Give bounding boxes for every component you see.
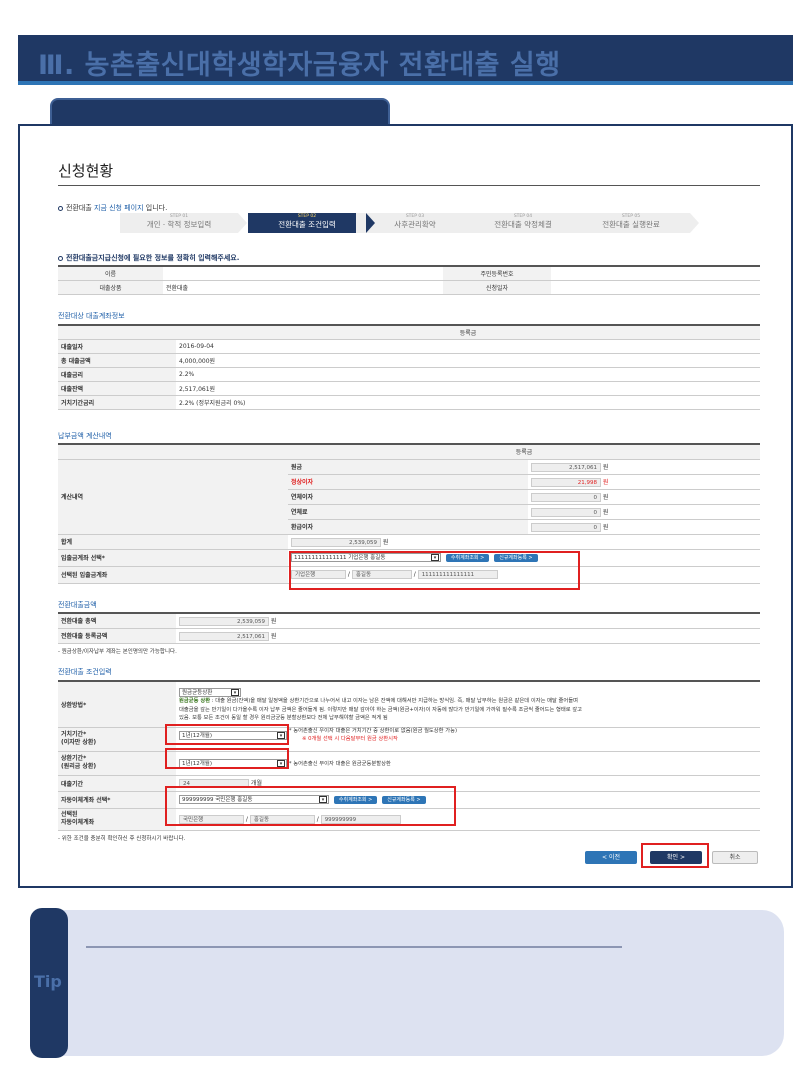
prev-button[interactable]: < 이전 [585, 851, 637, 864]
loan-row-value: 4,000,000원 [176, 353, 760, 368]
highlight-repay [165, 748, 289, 769]
repay-note: * 농어촌출신 무이자 대출은 원금균등분할상환 [288, 760, 391, 767]
auto-selected-label: 선택된 [61, 811, 78, 818]
total-label: 합계 [58, 534, 288, 550]
method-desc: : 대출 원금(잔액)을 매달 일정액을 상환기간으로 나누어서 내고 이자는 … [210, 698, 579, 705]
chevron-down-icon: ▾ [231, 688, 239, 696]
section-payment-calc: 납부금액 계산내역 [58, 432, 112, 440]
calc-item-value: 21,998 [531, 477, 601, 487]
convert-tuition-value: 2,517,061 [179, 631, 269, 641]
highlight-confirm [641, 843, 709, 868]
convert-total-label: 전환대출 총액 [58, 613, 176, 629]
calc-item-label: 정상이자 [288, 474, 528, 490]
convert-footnote: - 원금상환/이자납부 계좌는 본인명의만 가능합니다. [58, 649, 177, 655]
applicant-info-table: 이름 주민등록번호 대출상품 전환대출 신청일자 [58, 265, 760, 295]
loan-row-label: 총 대출금액 [58, 353, 176, 368]
highlight-account [289, 551, 580, 590]
auto-account-label: 자동이체계좌 선택* [58, 791, 176, 809]
section-loan-account: 전환대상 대출계좌정보 [58, 312, 125, 320]
section-convert-amount: 전환대출금액 [58, 601, 97, 609]
calc-item-value: 0 [531, 522, 601, 532]
step-2: STEP 02 전환대출 조건입력 [248, 213, 375, 233]
header-banner: Ⅲ. 농촌출신대학생학자금융자 전환대출 실행 [18, 35, 793, 85]
product-value: 전환대출 [163, 280, 443, 295]
rrn-label: 주민등록번호 [443, 266, 551, 281]
loan-row-value: 2.2% [176, 367, 760, 382]
defer-label: 거치기간* [61, 731, 87, 738]
col-tuition: 등록금 [288, 444, 760, 460]
loan-row-value: 2,517,061원 [176, 381, 760, 396]
auto-selected-label: 자동이체계좌 [61, 819, 95, 826]
notice-input: 전환대출금지급신청에 필요한 정보를 정확히 입력해주세요. [58, 253, 239, 263]
name-value [163, 266, 443, 281]
loan-row-label: 거치기간금리 [58, 395, 176, 410]
date-value [551, 280, 760, 295]
tip-box [30, 910, 784, 1056]
repay-label: 상환기간* [61, 755, 87, 762]
cancel-button[interactable]: 취소 [712, 851, 758, 864]
banner-title: Ⅲ. 농촌출신대학생학자금융자 전환대출 실행 [38, 50, 561, 81]
loan-account-table: 등록금 대출일자 2016-09-04 총 대출금액 4,000,000원 대출금리… [58, 324, 760, 410]
highlight-defer [165, 724, 289, 745]
convert-amount-table: 전환대출 총액 2,539,059 원 전환대출 등록금액 2,517,061 … [58, 612, 760, 644]
total-value: 2,539,059 [291, 537, 381, 547]
method-select[interactable]: 원금균등상환 ▾ [179, 687, 241, 697]
notice-current-page: 전환대출 지금 신청 페이지 입니다. [58, 203, 167, 213]
calc-label: 계산내역 [58, 459, 288, 535]
calc-item-label: 연체이자 [288, 489, 528, 505]
calc-item-value: 0 [531, 507, 601, 517]
defer-note-red: ※ 0개월 선택 시 다음달부터 원금 상환시작 [302, 735, 398, 742]
step-progress: STEP 01 개인ㆍ학적 정보입력 STEP 02 전환대출 조건입력 STEP … [120, 213, 770, 233]
rrn-value [551, 266, 760, 281]
bullet-icon [58, 205, 63, 211]
loan-row-label: 대출일자 [58, 339, 176, 354]
repay-sub: (원리금 상환) [61, 763, 97, 770]
defer-note: * 농어촌출신 우이자 대출은 거치기간 중 상환이로 없음(원금 월도상환 가… [288, 727, 458, 734]
section-conditions: 전환대출 조건입력 [58, 668, 112, 676]
method-desc: 있음. 보통 모든 조건이 동일 할 경우 원리금균등 분할상환보다 전체 납부… [179, 715, 388, 722]
product-label: 대출상품 [58, 280, 163, 295]
account-select-label: 입출금계좌 선택* [58, 549, 288, 567]
convert-tuition-label: 전환대출 등록금액 [58, 628, 176, 644]
calc-item-label: 연체료 [288, 504, 528, 520]
conditions-footnote: - 위한 조건을 충분히 확인하신 후 신청하시기 바랍니다. [58, 836, 186, 842]
page-title: 신청현황 [58, 162, 114, 180]
calc-item-label: 원금 [288, 459, 528, 475]
method-name: 원금균등 상환 [179, 698, 211, 705]
method-label: 상환방법* [58, 681, 176, 728]
date-label: 신청일자 [443, 280, 551, 295]
bullet-icon [58, 255, 63, 261]
defer-sub: (이자만 상환) [61, 739, 97, 746]
loan-row-value: 2.2% (정부지원금리 0%) [176, 395, 760, 410]
tip-divider [86, 946, 622, 948]
tip-label: Tip [34, 972, 62, 991]
selected-account-label: 선택된 입출금계좌 [58, 566, 288, 584]
calc-item-value: 2,517,061 [531, 462, 601, 472]
name-label: 이름 [58, 266, 163, 281]
col-tuition: 등록금 [176, 325, 760, 340]
method-desc: 대출금을 갚는 만기일이 다가올수록 이자 납부 금액은 줄어들게 됨. 이렇지… [179, 706, 583, 713]
highlight-auto-account [165, 786, 456, 826]
title-divider [58, 185, 760, 186]
loan-row-label: 대출잔액 [58, 381, 176, 396]
period-label: 대출기간 [58, 775, 176, 792]
convert-total-value: 2,539,059 [179, 616, 269, 626]
calc-item-label: 환급이자 [288, 519, 528, 535]
loan-row-value: 2016-09-04 [176, 339, 760, 354]
step-1: STEP 01 개인ㆍ학적 정보입력 [120, 213, 247, 233]
loan-row-label: 대출금리 [58, 367, 176, 382]
calc-item-value: 0 [531, 492, 601, 502]
